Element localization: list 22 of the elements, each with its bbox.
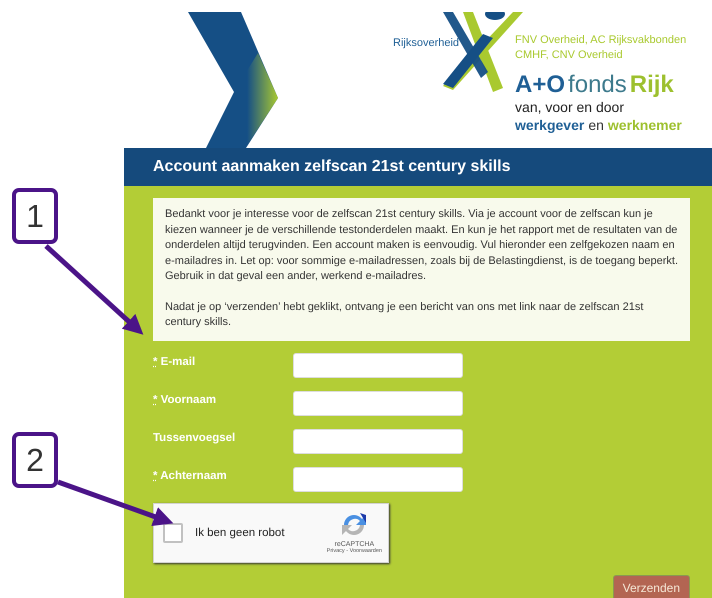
- captcha-checkbox[interactable]: [163, 522, 183, 542]
- submit-button[interactable]: Verzenden: [612, 574, 690, 598]
- captcha-label: Ik ben geen robot: [195, 526, 286, 538]
- tagline: van, voor en door: [515, 99, 624, 116]
- union-names: CMHF, CNV Overheid: [515, 48, 623, 63]
- field-label: * Voornaam: [153, 392, 218, 406]
- tagline: werkgever en werknemer: [515, 116, 682, 134]
- form-title: Account aanmaken zelfscan 21st century skills: [153, 158, 510, 176]
- field-label: * Achternaam: [153, 468, 228, 482]
- intro-paragraph: Nadat je op ‘verzenden’ hebt geklikt, ontvang je een bericht van ons met link naar de zelfscan 21st century skills.: [165, 300, 644, 330]
- field-label: * E-mail: [153, 354, 196, 368]
- union-names: FNV Overheid, AC Rijksvakbonden: [515, 33, 686, 48]
- ministry-name: Rijksoverheid: [393, 37, 460, 49]
- input-field[interactable]: [293, 352, 463, 378]
- field-label: Tussenvoegsel: [153, 430, 236, 444]
- callout-number: 1: [12, 188, 58, 244]
- intro-paragraph: Bedankt voor je interesse voor de zelfscan 21st century skills. Via je account voor de zelfscan kun je kiezen wanneer je de verschillende testonderdelen maakt. En kun je het rapport met de resultaten van de onderdelen altijd terugvinden. Een account maken is eenvoudig. Vul hieronder een zelfgekozen naam en e-mailadres in. Let op: voor sommige e-mailadressen, zoals bij de Belastingdienst, is de toegang beperkt. Gebruik in dat geval een ander, werkend e-mailadres.: [165, 207, 678, 284]
- input-field[interactable]: [293, 466, 463, 492]
- callout-number: 2: [12, 432, 58, 488]
- input-field[interactable]: [293, 390, 463, 416]
- fund-logo-text: A+Ofonds Rijk: [515, 71, 674, 99]
- input-field[interactable]: [293, 428, 463, 454]
